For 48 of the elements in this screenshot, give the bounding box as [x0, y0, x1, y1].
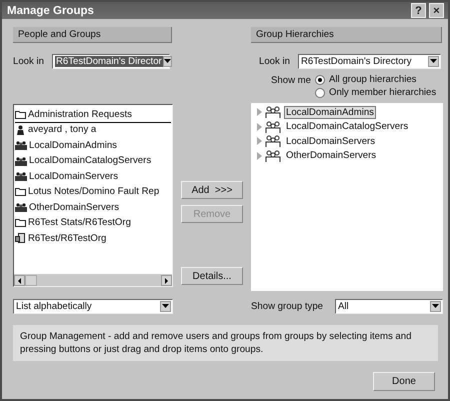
- sort-dropdown[interactable]: List alphabetically: [13, 298, 173, 314]
- tree-item[interactable]: LocalDomainAdmins: [284, 106, 376, 119]
- radio-button[interactable]: [315, 74, 325, 84]
- group-icon: [265, 150, 281, 162]
- scroll-left-icon: [18, 278, 21, 284]
- done-button[interactable]: Done: [373, 372, 435, 391]
- tree-item[interactable]: OtherDomainServers: [284, 149, 378, 162]
- group-type-dropdown[interactable]: All: [335, 298, 443, 314]
- window-title: Manage Groups: [7, 4, 95, 16]
- directory-dropdown[interactable]: R6TestDomain's Directory: [298, 54, 441, 68]
- radio-label: Only member hierarchies: [329, 87, 436, 98]
- list-item[interactable]: LocalDomainAdmins: [15, 138, 171, 154]
- dropdown-arrow-icon: [430, 59, 437, 63]
- show-me-label: Show me: [271, 74, 311, 88]
- list-item[interactable]: aveyard , tony a: [15, 122, 171, 138]
- help-button[interactable]: ?: [411, 3, 426, 18]
- tree-item[interactable]: LocalDomainCatalogServers: [284, 120, 410, 134]
- radio-button[interactable]: [315, 88, 325, 98]
- dropdown-arrow-icon: [164, 59, 171, 63]
- look-in-label: Look in: [13, 56, 44, 66]
- panel-header: Group Hierarchies: [251, 27, 442, 43]
- server-icon: [15, 233, 26, 244]
- list-item[interactable]: R6Test/R6TestOrg: [15, 231, 171, 246]
- look-in-label: Look in: [259, 56, 290, 66]
- scroll-thumb[interactable]: [25, 275, 37, 286]
- directory-dropdown[interactable]: R6TestDomain's Director: [52, 54, 170, 68]
- radio-label: All group hierarchies: [329, 74, 416, 85]
- panel-header: People and Groups: [13, 27, 172, 43]
- details-button[interactable]: Details...: [181, 267, 243, 285]
- list-item[interactable]: OtherDomainServers: [15, 200, 171, 216]
- group-icon: [265, 120, 281, 133]
- dropdown-arrow-icon: [162, 304, 169, 308]
- list-item[interactable]: R6Test Stats/R6TestOrg: [15, 216, 171, 231]
- action-button[interactable]: Add >>>: [181, 181, 243, 199]
- tree-item[interactable]: LocalDomainServers: [284, 134, 378, 148]
- info-text: Group Management - add and remove users and groups from groups by selecting items and pressing buttons or just drag and drop items onto groups.: [13, 325, 438, 361]
- group-icon: [265, 135, 281, 148]
- list-item[interactable]: Administration Requests: [15, 107, 171, 122]
- horizontal-scrollbar[interactable]: [14, 274, 172, 286]
- close-button[interactable]: ×: [429, 3, 444, 18]
- person-icon: [15, 124, 26, 135]
- list-item[interactable]: Lotus Notes/Domino Fault Rep: [15, 184, 171, 200]
- scroll-right-icon: [165, 278, 168, 284]
- list-item[interactable]: LocalDomainCatalogServers: [15, 154, 171, 169]
- group-icon: [265, 106, 281, 118]
- group-type-label: Show group type: [251, 300, 323, 312]
- dropdown-arrow-icon: [432, 304, 439, 308]
- list-item[interactable]: LocalDomainServers: [15, 169, 171, 184]
